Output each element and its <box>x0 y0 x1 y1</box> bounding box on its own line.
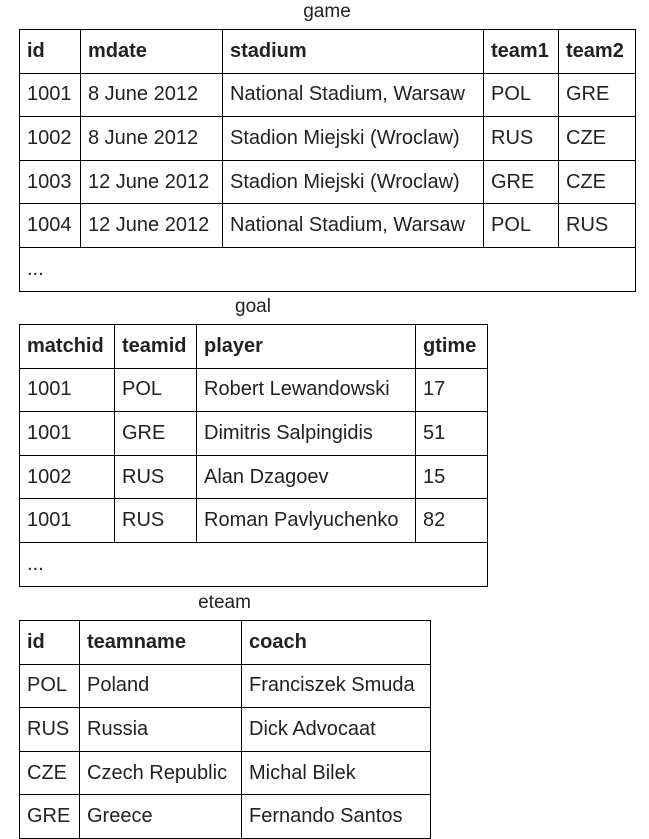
table-cell: 1001 <box>19 72 81 118</box>
game-table-caption: game <box>303 1 351 22</box>
table-cell: Alan Dzagoev <box>196 454 416 500</box>
table-cell: Stadion Miejski (Wroclaw) <box>222 159 484 205</box>
table-header-row: id mdate stadium team1 team2 <box>19 29 636 74</box>
column-header: id <box>19 29 81 74</box>
table-cell: Czech Republic <box>79 750 242 796</box>
table-cell: CZE <box>558 116 636 161</box>
table-cell: 12 June 2012 <box>80 203 223 248</box>
table-cell: 1002 <box>19 116 81 161</box>
table-ellipsis-row: ... <box>19 541 488 587</box>
table-cell: 1001 <box>19 411 115 456</box>
table-header-row: id teamname coach <box>19 620 431 665</box>
table-row: 1001 POL Robert Lewandowski 17 <box>19 367 488 413</box>
table-cell: 8 June 2012 <box>80 72 223 118</box>
eteam-table-caption: eteam <box>198 592 251 613</box>
table-cell: Franciszek Smuda <box>241 663 431 709</box>
table-row: GRE Greece Fernando Santos <box>19 794 431 839</box>
table-cell: 1001 <box>19 498 115 543</box>
table-cell: 1001 <box>19 367 115 413</box>
ellipsis-cell: ... <box>19 246 636 292</box>
table-cell: GRE <box>114 411 197 456</box>
column-header: team1 <box>483 29 559 74</box>
column-header: teamname <box>79 620 242 665</box>
column-header: matchid <box>19 324 115 369</box>
table-cell: POL <box>114 367 197 413</box>
table-cell: 15 <box>415 454 488 500</box>
table-cell: Dick Advocaat <box>241 707 431 752</box>
table-cell: National Stadium, Warsaw <box>222 72 484 118</box>
table-cell: RUS <box>558 203 636 248</box>
table-cell: Greece <box>79 794 242 839</box>
table-row: 1001 RUS Roman Pavlyuchenko 82 <box>19 498 488 543</box>
table-row: 1002 RUS Alan Dzagoev 15 <box>19 454 488 500</box>
column-header: player <box>196 324 416 369</box>
table-cell: GRE <box>483 159 559 205</box>
table-cell: Michal Bilek <box>241 750 431 796</box>
table-cell: National Stadium, Warsaw <box>222 203 484 248</box>
table-cell: 1002 <box>19 454 115 500</box>
table-row: 1003 12 June 2012 Stadion Miejski (Wrocl… <box>19 159 636 205</box>
table-cell: 1003 <box>19 159 81 205</box>
table-cell: CZE <box>558 159 636 205</box>
table-cell: RUS <box>483 116 559 161</box>
table-row: 1001 8 June 2012 National Stadium, Warsa… <box>19 72 636 118</box>
table-cell: CZE <box>19 750 80 796</box>
table-cell: GRE <box>558 72 636 118</box>
ellipsis-cell: ... <box>19 541 488 587</box>
table-cell: Robert Lewandowski <box>196 367 416 413</box>
table-cell: 1004 <box>19 203 81 248</box>
table-cell: Poland <box>79 663 242 709</box>
table-row: POL Poland Franciszek Smuda <box>19 663 431 709</box>
table-cell: RUS <box>114 454 197 500</box>
column-header: mdate <box>80 29 223 74</box>
column-header: team2 <box>558 29 636 74</box>
table-header-row: matchid teamid player gtime <box>19 324 488 369</box>
table-cell: RUS <box>19 707 80 752</box>
table-ellipsis-row: ... <box>19 246 636 292</box>
table-cell: Russia <box>79 707 242 752</box>
table-row: 1004 12 June 2012 National Stadium, Wars… <box>19 203 636 248</box>
table-row: CZE Czech Republic Michal Bilek <box>19 750 431 796</box>
column-header: id <box>19 620 80 665</box>
table-cell: Roman Pavlyuchenko <box>196 498 416 543</box>
table-cell: Dimitris Salpingidis <box>196 411 416 456</box>
table-cell: POL <box>483 72 559 118</box>
table-row: RUS Russia Dick Advocaat <box>19 707 431 752</box>
goal-table: matchid teamid player gtime 1001 POL Rob… <box>19 324 488 587</box>
table-cell: GRE <box>19 794 80 839</box>
table-cell: Stadion Miejski (Wroclaw) <box>222 116 484 161</box>
game-table: id mdate stadium team1 team2 1001 8 June… <box>19 29 636 292</box>
column-header: teamid <box>114 324 197 369</box>
table-cell: 12 June 2012 <box>80 159 223 205</box>
table-cell: 8 June 2012 <box>80 116 223 161</box>
table-cell: 17 <box>415 367 488 413</box>
column-header: coach <box>241 620 431 665</box>
column-header: stadium <box>222 29 484 74</box>
table-row: 1001 GRE Dimitris Salpingidis 51 <box>19 411 488 456</box>
table-cell: Fernando Santos <box>241 794 431 839</box>
eteam-table: id teamname coach POL Poland Franciszek … <box>19 620 431 839</box>
table-cell: RUS <box>114 498 197 543</box>
table-cell: POL <box>483 203 559 248</box>
table-cell: POL <box>19 663 80 709</box>
column-header: gtime <box>415 324 488 369</box>
table-cell: 51 <box>415 411 488 456</box>
goal-table-caption: goal <box>235 296 271 317</box>
table-row: 1002 8 June 2012 Stadion Miejski (Wrocla… <box>19 116 636 161</box>
table-cell: 82 <box>415 498 488 543</box>
